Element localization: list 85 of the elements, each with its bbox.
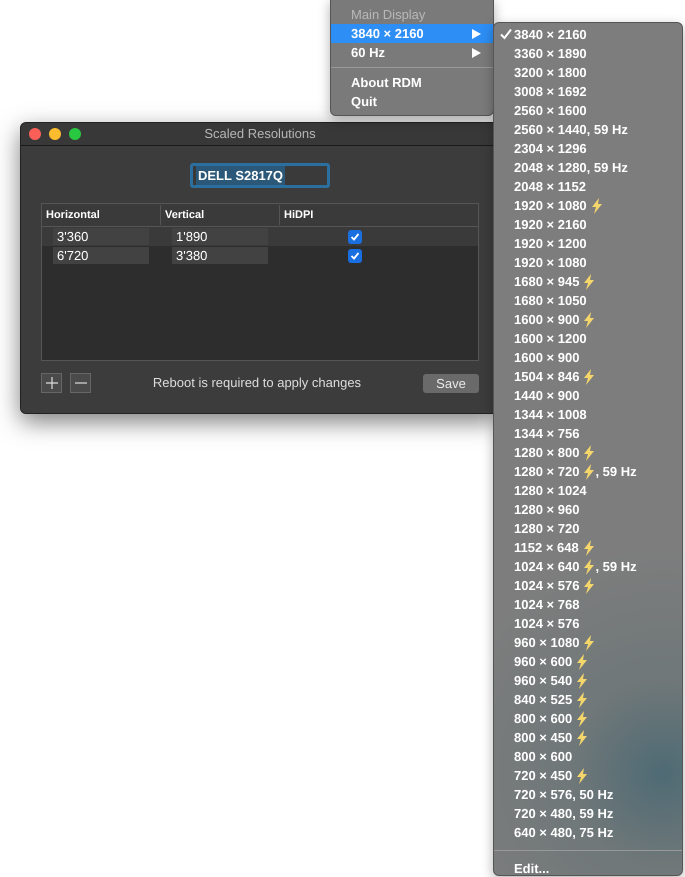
zoom-button[interactable] — [69, 128, 81, 140]
resolution-item[interactable]: 2048 × 1280, 59 Hz — [494, 158, 682, 177]
lightning-bolt-icon — [576, 710, 588, 726]
resolution-item[interactable]: 1152 × 648 — [494, 538, 682, 557]
resolution-item[interactable]: 720 × 480, 59 Hz — [494, 804, 682, 823]
lightning-bolt-icon — [583, 578, 596, 594]
lightning-bolt-icon — [583, 558, 596, 574]
resolution-item[interactable]: 960 × 600 — [494, 652, 682, 671]
resolution-item[interactable]: 2304 × 1296 — [494, 139, 682, 158]
menu-item[interactable]: 60 Hz — [331, 43, 493, 62]
save-button[interactable]: Save — [423, 374, 479, 392]
resolution-item[interactable]: 1680 × 1050 — [494, 291, 682, 310]
column-header[interactable]: Horizontal — [42, 205, 161, 225]
resolution-item[interactable]: 1024 × 640 , 59 Hz — [494, 557, 682, 576]
resolution-item[interactable]: 1600 × 900 — [494, 310, 682, 329]
table-cell[interactable]: 3'360 — [53, 228, 149, 245]
menu-item[interactable]: Quit — [331, 92, 493, 111]
resolution-item[interactable]: 1680 × 945 — [494, 272, 682, 291]
resolution-item[interactable]: 1600 × 900 — [494, 348, 682, 367]
lightning-bolt-icon — [576, 730, 588, 746]
lightning-bolt-icon — [583, 312, 596, 328]
resolution-item[interactable]: 1920 × 1080 — [494, 196, 682, 215]
lightning-bolt-icon — [583, 274, 596, 290]
resolution-item[interactable]: 1600 × 1200 — [494, 329, 682, 348]
lightning-bolt-icon — [590, 198, 603, 214]
resolution-item[interactable]: 2560 × 1600 — [494, 101, 682, 120]
resolution-item[interactable]: 960 × 1080 — [494, 633, 682, 652]
remove-button[interactable] — [70, 373, 91, 393]
resolution-item[interactable]: 3840 × 2160 — [494, 25, 682, 44]
resolution-item[interactable]: 1344 × 1008 — [494, 405, 682, 424]
hidpi-checkbox[interactable] — [348, 248, 362, 262]
resolution-item[interactable]: 720 × 450 — [494, 766, 682, 785]
add-button[interactable] — [41, 373, 62, 393]
minimize-button[interactable] — [49, 128, 61, 140]
resolution-item[interactable]: 2048 × 1152 — [494, 177, 682, 196]
window-title: Scaled Resolutions — [204, 125, 316, 144]
column-header[interactable]: Vertical — [161, 205, 280, 225]
resolution-item[interactable]: 1280 × 720 — [494, 519, 682, 538]
resolution-item[interactable]: 1920 × 2160 — [494, 215, 682, 234]
lightning-bolt-icon — [576, 654, 588, 670]
table-cell[interactable]: 1'890 — [172, 228, 268, 245]
resolution-item[interactable]: 800 × 600 — [494, 709, 682, 728]
menu-item[interactable]: About RDM — [331, 73, 493, 92]
resolution-item[interactable]: 2560 × 1440, 59 Hz — [494, 120, 682, 139]
resolution-item[interactable]: 1440 × 900 — [494, 386, 682, 405]
lightning-bolt-icon — [576, 692, 588, 708]
resolution-item[interactable]: 1920 × 1200 — [494, 234, 682, 253]
resolution-item[interactable]: 1280 × 1024 — [494, 481, 682, 500]
lightning-bolt-icon — [576, 768, 588, 784]
resolution-item[interactable]: 1280 × 960 — [494, 500, 682, 519]
resolution-item[interactable]: 1024 × 768 — [494, 595, 682, 614]
lightning-bolt-icon — [582, 540, 595, 556]
resolution-item[interactable]: 1504 × 846 — [494, 367, 682, 386]
lightning-bolt-icon — [583, 634, 596, 650]
lightning-bolt-icon — [583, 444, 596, 460]
resolution-item[interactable]: 800 × 600 — [494, 747, 682, 766]
resolution-item[interactable]: 840 × 525 — [494, 690, 682, 709]
hidpi-checkbox[interactable] — [348, 230, 362, 244]
plus-icon — [46, 377, 58, 389]
menu-item[interactable]: 3840 × 2160 — [331, 24, 493, 43]
resolution-item[interactable]: 720 × 576, 50 Hz — [494, 785, 682, 804]
lightning-bolt-icon — [583, 464, 596, 480]
display-name-field[interactable]: DELL S2817Q — [190, 163, 330, 188]
table-cell[interactable]: 6'720 — [53, 247, 149, 264]
resolution-item[interactable]: 1920 × 1080 — [494, 253, 682, 272]
resolution-item[interactable]: 1024 × 576 — [494, 614, 682, 633]
edit-menu-item[interactable]: Edit... — [494, 859, 682, 877]
resolution-item[interactable]: 3200 × 1800 — [494, 63, 682, 82]
resolution-item[interactable]: 3360 × 1890 — [494, 44, 682, 63]
menu-item: Main Display — [350, 6, 426, 24]
checkmark-icon — [500, 28, 512, 40]
column-header[interactable]: HiDPI — [280, 205, 478, 225]
status-message: Reboot is required to apply changes — [152, 374, 362, 392]
resolution-item[interactable]: 960 × 540 — [494, 671, 682, 690]
lightning-bolt-icon — [576, 672, 588, 688]
resolution-item[interactable]: 3008 × 1692 — [494, 82, 682, 101]
resolution-item[interactable]: 1344 × 756 — [494, 424, 682, 443]
resolution-item[interactable]: 800 × 450 — [494, 728, 682, 747]
lightning-bolt-icon — [583, 368, 596, 384]
resolution-item[interactable]: 640 × 480, 75 Hz — [494, 823, 682, 842]
close-button[interactable] — [29, 128, 41, 140]
resolution-item[interactable]: 1280 × 720 , 59 Hz — [494, 462, 682, 481]
table-cell[interactable]: 3'380 — [172, 247, 268, 264]
resolution-item[interactable]: 1280 × 800 — [494, 443, 682, 462]
resolution-item[interactable]: 1024 × 576 — [494, 576, 682, 595]
